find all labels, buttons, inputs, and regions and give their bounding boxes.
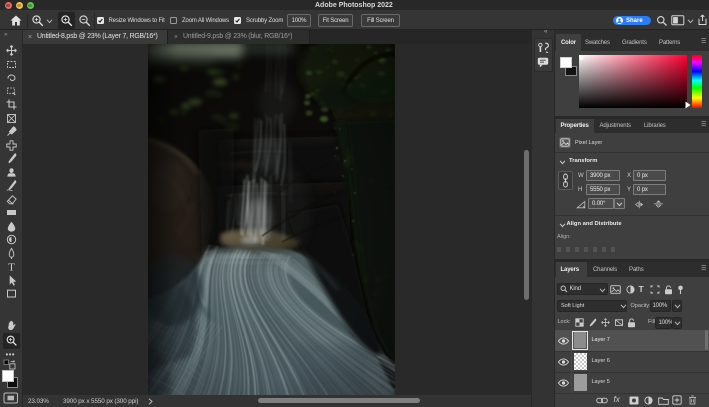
svg-text:T: T <box>8 262 15 273</box>
